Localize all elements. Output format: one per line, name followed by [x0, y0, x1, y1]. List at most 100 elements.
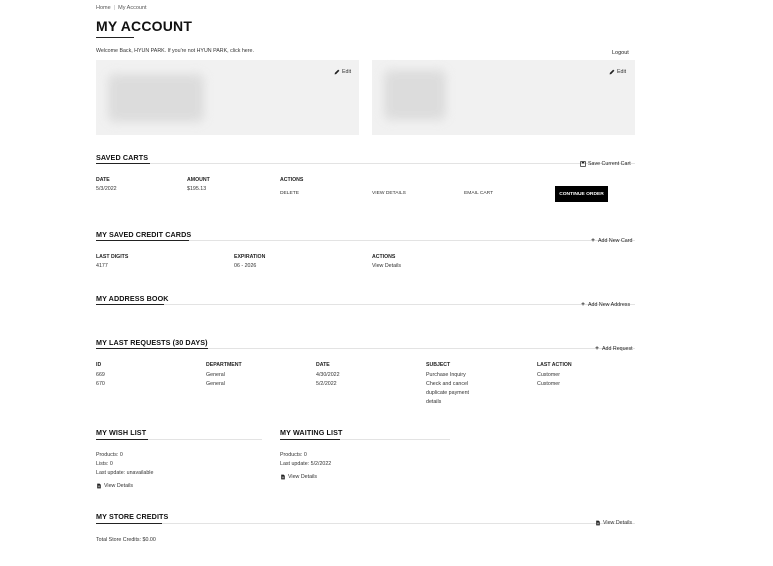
address-book-title: MY ADDRESS BOOK: [96, 294, 169, 303]
section-underline: [96, 304, 164, 305]
section-rule: [208, 348, 635, 349]
section-underline: [280, 439, 340, 440]
waiting-list-title: MY WAITING LIST: [280, 428, 343, 437]
col-last-action: LAST ACTION: [537, 362, 572, 368]
edit-label: Edit: [342, 69, 352, 75]
credit-cards-title: MY SAVED CREDIT CARDS: [96, 230, 192, 239]
requests-title: MY LAST REQUESTS (30 DAYS): [96, 338, 208, 347]
account-info-card: Edit: [96, 60, 359, 135]
request-id: 669: [96, 372, 105, 378]
edit-label: Edit: [617, 69, 627, 75]
col-department: DEPARTMENT: [206, 362, 242, 368]
not-user-link[interactable]: click here.: [230, 48, 254, 54]
welcome-message: Welcome Back, HYUN PARK. If you're not H…: [96, 48, 229, 54]
document-icon: [96, 483, 102, 489]
saved-carts-title: SAVED CARTS: [96, 153, 149, 162]
col-expiration: EXPIRATION: [234, 254, 266, 260]
edit-address-button[interactable]: Edit: [609, 69, 626, 75]
request-subject: Purchase Inquiry: [426, 372, 466, 378]
request-date: 4/30/2022: [316, 372, 340, 378]
save-current-cart-button[interactable]: Save Current Cart: [580, 161, 631, 167]
pencil-icon: [334, 69, 340, 75]
col-subject: SUBJECT: [426, 362, 451, 368]
section-rule: [340, 439, 450, 440]
col-actions: ACTIONS: [280, 177, 304, 183]
col-date: DATE: [96, 177, 110, 183]
page-title: MY ACCOUNT: [96, 18, 193, 34]
section-rule: [162, 523, 635, 524]
col-last-digits: LAST DIGITS: [96, 254, 129, 260]
col-actions: ACTIONS: [372, 254, 396, 260]
view-details-label: View Details: [288, 474, 318, 480]
document-icon: [595, 520, 601, 526]
request-department: General: [206, 372, 225, 378]
floppy-icon: [580, 161, 586, 167]
document-icon: [280, 474, 286, 480]
blurred-address-info: [384, 70, 446, 120]
title-underline: [96, 37, 134, 38]
card-view-details-link[interactable]: View Details: [372, 262, 401, 271]
store-credits-total: Total Store Credits: $0.00: [96, 537, 156, 543]
request-last-action: Customer: [537, 372, 560, 378]
save-current-cart-label: Save Current Cart: [588, 161, 631, 167]
wish-list-last-update: Last update: unavailable: [96, 470, 154, 476]
view-cart-details-button[interactable]: VIEW DETAILS: [372, 191, 406, 196]
wish-list-products: Products: 0: [96, 452, 123, 458]
add-new-address-label: Add New Address: [588, 302, 631, 308]
request-id: 670: [96, 381, 105, 387]
section-underline: [96, 523, 162, 524]
col-id: ID: [96, 362, 102, 368]
add-new-address-button[interactable]: + Add New Address: [580, 301, 631, 308]
blurred-account-info: [108, 74, 204, 122]
request-subject-line: Check and cancel: [426, 381, 469, 387]
request-subject-line: duplicate payment: [426, 390, 469, 396]
edit-account-button[interactable]: Edit: [334, 69, 351, 75]
cart-amount: $195.13: [187, 186, 207, 192]
breadcrumb-home[interactable]: Home: [96, 5, 111, 11]
plus-icon: +: [581, 301, 585, 308]
request-subject-line: details: [426, 399, 442, 405]
store-credits-title: MY STORE CREDITS: [96, 512, 169, 521]
request-date: 5/2/2022: [316, 381, 337, 387]
section-rule: [189, 240, 635, 241]
plus-icon: +: [591, 237, 595, 244]
wish-list-title: MY WISH LIST: [96, 428, 147, 437]
card-expiration: 06 - 2026: [234, 263, 257, 269]
request-department: General: [206, 381, 225, 387]
section-rule: [164, 304, 635, 305]
cart-date: 5/3/2022: [96, 186, 117, 192]
section-rule: [150, 163, 635, 164]
logout-link[interactable]: Logout: [612, 50, 629, 56]
breadcrumb-current: My Account: [118, 5, 147, 11]
address-info-card: Edit: [372, 60, 635, 135]
add-new-card-label: Add New Card: [598, 238, 633, 244]
breadcrumb: Home | My Account: [96, 5, 147, 11]
waiting-list-view-details-link[interactable]: View Details: [280, 474, 317, 480]
pencil-icon: [609, 69, 615, 75]
wish-list-lists: Lists: 0: [96, 461, 113, 467]
waiting-list-products: Products: 0: [280, 452, 307, 458]
delete-cart-button[interactable]: DELETE: [280, 191, 299, 196]
breadcrumb-separator: |: [113, 5, 116, 11]
col-amount: AMOUNT: [187, 177, 210, 183]
store-credits-view-details-link[interactable]: View Details: [595, 520, 632, 526]
col-date: DATE: [316, 362, 330, 368]
card-last-digits: 4177: [96, 263, 108, 269]
section-underline: [96, 240, 189, 241]
request-last-action: Customer: [537, 381, 560, 387]
plus-icon: +: [595, 345, 599, 352]
continue-order-button[interactable]: CONTINUE ORDER: [555, 186, 608, 202]
email-cart-button[interactable]: EMAIL CART: [464, 191, 493, 196]
section-underline: [96, 439, 148, 440]
add-new-card-button[interactable]: + Add New Card: [590, 237, 633, 244]
section-underline: [96, 163, 150, 164]
waiting-list-last-update: Last update: 5/2/2022: [280, 461, 332, 467]
add-request-button[interactable]: + Add Request: [594, 345, 633, 352]
add-request-label: Add Request: [602, 346, 633, 352]
wish-list-view-details-link[interactable]: View Details: [96, 483, 133, 489]
welcome-text: Welcome Back, HYUN PARK. If you're not H…: [96, 48, 254, 54]
section-underline: [96, 348, 208, 349]
section-rule: [148, 439, 262, 440]
view-details-label: View Details: [104, 483, 134, 489]
view-details-label: View Details: [603, 520, 633, 526]
